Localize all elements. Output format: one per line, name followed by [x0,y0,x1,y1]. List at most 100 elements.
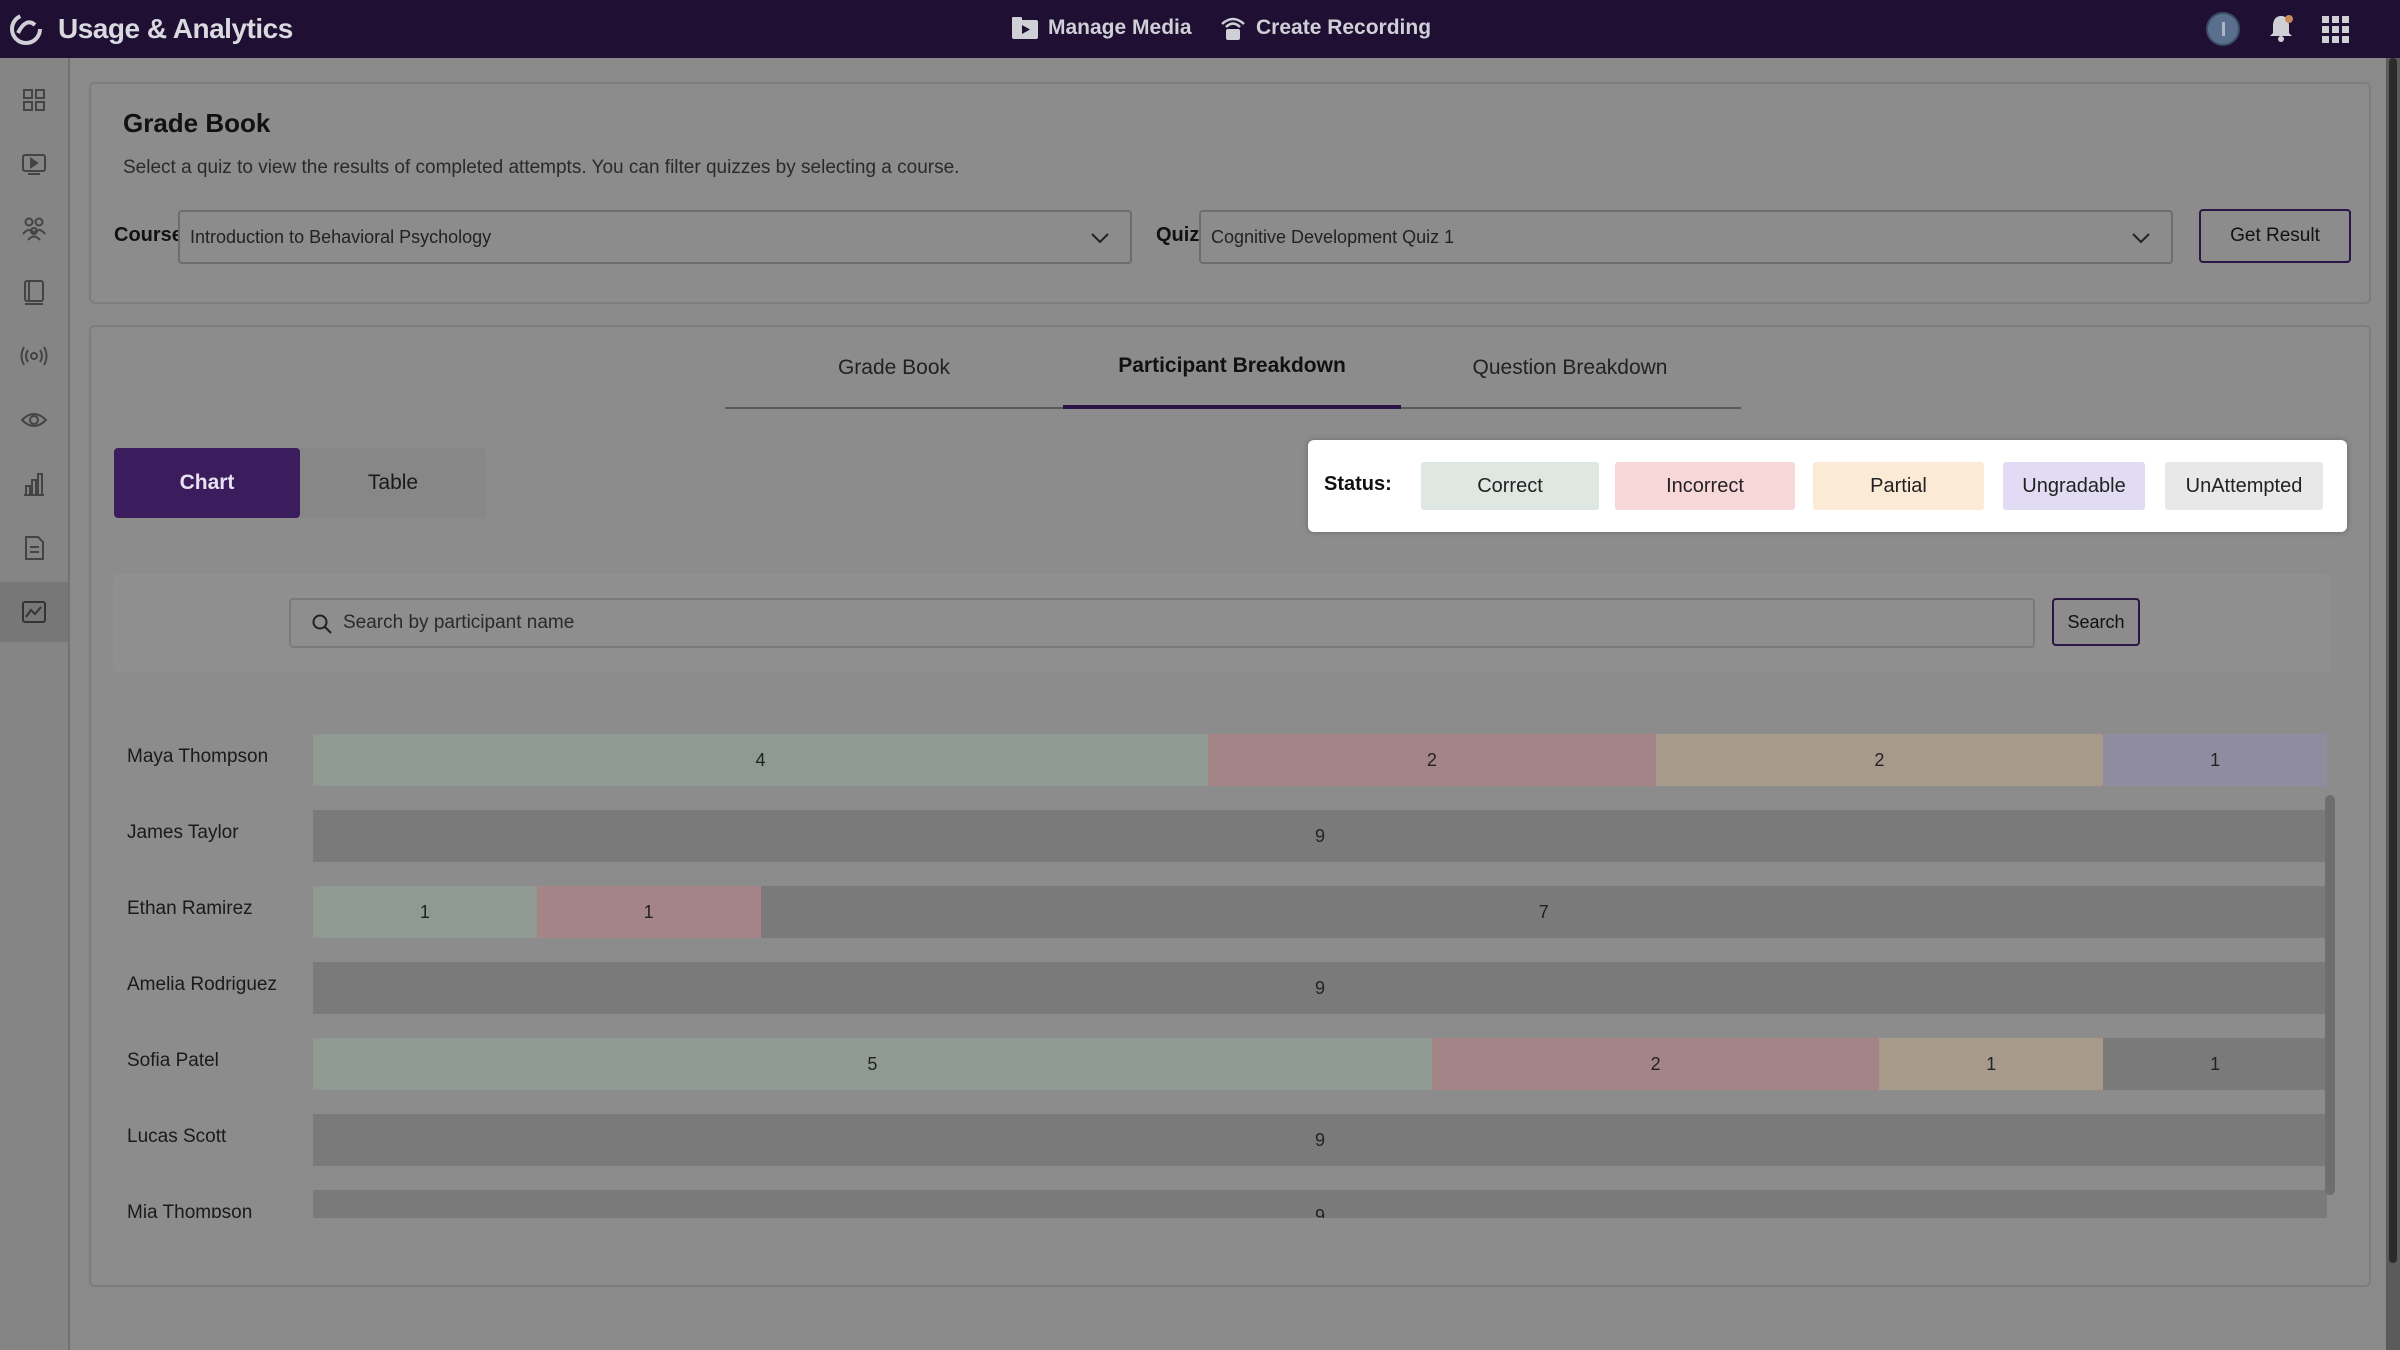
bar-chart-icon [24,473,44,496]
participant-name: Maya Thompson [127,746,269,767]
quiz-select-value: Cognitive Development Quiz 1 [1211,226,1455,247]
course-label: Course [114,224,183,246]
user-avatar[interactable] [2206,12,2240,46]
course-select-value: Introduction to Behavioral Psychology [190,226,492,247]
legend-incorrect: Incorrect [1615,462,1795,510]
bar-segment-partial[interactable]: 2 [1655,734,2104,786]
breakdown-tabs: Grade Book Participant Breakdown Questio… [725,327,1741,409]
search-panel: Search by participant name Search [113,574,2331,672]
course-select[interactable]: Introduction to Behavioral Psychology [178,210,1132,264]
chart-row: Amelia Rodriguez 9 [113,962,2353,1014]
tab-question-breakdown[interactable]: Question Breakdown [1401,327,1739,409]
page-title: Grade Book [123,108,271,138]
quiz-select[interactable]: Cognitive Development Quiz 1 [1199,210,2173,264]
participant-breakdown-chart: Maya Thompson 4 2 2 1 James Taylor 9 Ethan Rami… [113,734,2353,1218]
legend-unattempted: UnAttempted [2165,462,2323,510]
bar-segment-incorrect[interactable]: 2 [1431,1038,1880,1090]
get-result-button[interactable]: Get Result [2199,209,2351,263]
view-toggle: Chart Table [114,448,486,518]
search-button[interactable]: Search [2052,598,2140,646]
participant-bar: 9 [313,1114,2327,1166]
participant-name: James Taylor [127,822,239,843]
tab-participant-breakdown[interactable]: Participant Breakdown [1063,327,1401,409]
tab-grade-book[interactable]: Grade Book [725,327,1063,409]
chevron-down-icon [1091,233,1109,244]
bar-segment-partial[interactable]: 1 [1879,1038,2104,1090]
bar-segment-unattempted[interactable]: 7 [760,886,2327,938]
sidebar-item-live[interactable] [0,326,68,386]
sidebar-item-reports[interactable] [0,454,68,514]
participant-name: Mia Thompson [127,1202,253,1218]
app-title: Usage & Analytics [58,13,293,44]
chart-row: Ethan Ramirez 1 1 7 [113,886,2353,938]
bar-segment-correct[interactable]: 4 [313,734,1209,786]
chart-row: Lucas Scott 9 [113,1114,2353,1166]
recording-icon [1221,17,1245,40]
bell-icon[interactable] [2266,12,2296,44]
legend-ungradable: Ungradable [2003,462,2145,510]
search-placeholder: Search by participant name [343,612,575,633]
bar-segment-correct[interactable]: 1 [313,886,537,938]
bar-segment-unattempted[interactable]: 9 [313,1190,2327,1218]
participant-bar: 4221 [313,734,2327,786]
chart-row: Sofia Patel 5 2 1 1 [113,1038,2353,1090]
participant-name: Sofia Patel [127,1050,219,1071]
sidebar-item-dashboard[interactable] [0,70,68,130]
participant-bar: 9 [313,962,2327,1014]
apps-grid-icon[interactable] [2320,14,2352,46]
page-scrollbar[interactable] [2386,58,2400,1350]
top-bar: Usage & Analytics Manage Media Create Re… [0,0,2400,58]
breakdown-card: Grade Book Participant Breakdown Questio… [89,325,2371,1287]
participant-name: Ethan Ramirez [127,898,253,919]
participant-name: Amelia Rodriguez [127,974,277,995]
sidebar [0,58,70,1350]
sidebar-item-views[interactable] [0,390,68,450]
chart-scrollbar[interactable] [2325,795,2335,1195]
participant-bar: 9 [313,1190,2327,1218]
bar-segment-unattempted[interactable]: 9 [313,962,2327,1014]
users-icon [22,217,46,241]
chart-view-button[interactable]: Chart [114,448,300,518]
sidebar-item-courses[interactable] [0,262,68,322]
sidebar-item-documents[interactable] [0,518,68,578]
search-icon [312,614,332,634]
participant-search-input[interactable]: Search by participant name [289,598,2035,648]
sidebar-item-media[interactable] [0,134,68,194]
participant-bar: 5211 [313,1038,2327,1090]
page-scrollbar-thumb[interactable] [2389,58,2397,1263]
gradebook-filter-card: Grade Book Select a quiz to view the res… [89,82,2371,304]
bar-segment-incorrect[interactable]: 2 [1208,734,1656,786]
media-icon [22,154,46,175]
create-recording-label: Create Recording [1256,16,1432,39]
participant-bar: 117 [313,886,2327,938]
participant-bar: 9 [313,810,2327,862]
bar-segment-correct[interactable]: 5 [313,1038,1432,1090]
book-icon [24,280,44,305]
dashboard-icon [23,89,45,111]
participant-name: Lucas Scott [127,1126,227,1147]
sidebar-item-users[interactable] [0,198,68,258]
chart-row: Maya Thompson 4 2 2 1 [113,734,2353,786]
legend-partial: Partial [1813,462,1984,510]
status-legend: Status: Correct Incorrect Partial Ungrad… [1308,440,2347,532]
chevron-down-icon [2132,233,2150,244]
logo-icon[interactable] [8,11,44,47]
eye-icon [20,413,48,427]
bar-segment-incorrect[interactable]: 1 [536,886,761,938]
bar-segment-unattempted[interactable]: 1 [2103,1038,2327,1090]
create-recording-button[interactable]: Create Recording [1218,14,1431,42]
bar-segment-unattempted[interactable]: 9 [313,1114,2327,1166]
legend-correct: Correct [1421,462,1599,510]
quiz-label: Quiz [1156,224,1200,246]
chart-row: James Taylor 9 [113,810,2353,862]
page-description: Select a quiz to view the results of com… [123,157,960,178]
bar-segment-unattempted[interactable]: 9 [313,810,2327,862]
analytics-icon [22,601,46,623]
manage-media-label: Manage Media [1048,16,1192,39]
manage-media-button[interactable]: Manage Media [1010,14,1192,42]
chart-row: Mia Thompson 9 [113,1190,2353,1218]
sidebar-item-analytics[interactable] [0,582,68,642]
table-view-button[interactable]: Table [300,448,486,518]
bar-segment-ungradable[interactable]: 1 [2103,734,2327,786]
legend-label: Status: [1324,473,1392,495]
